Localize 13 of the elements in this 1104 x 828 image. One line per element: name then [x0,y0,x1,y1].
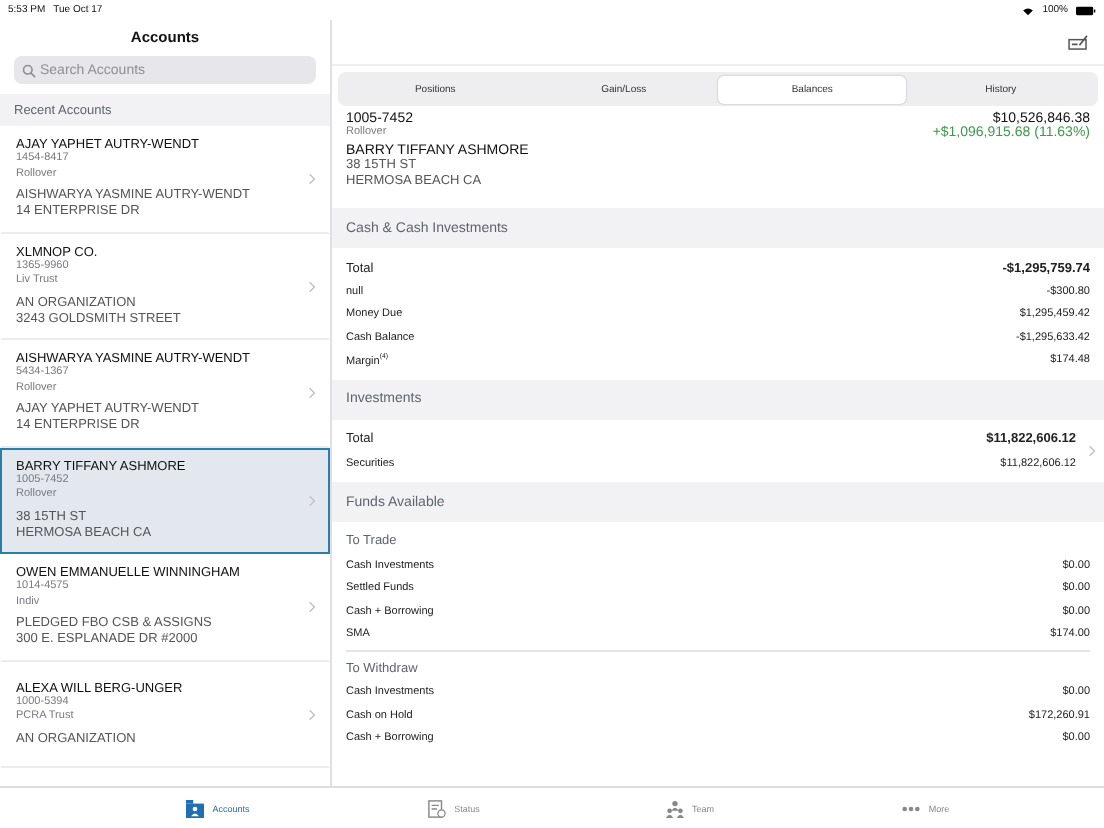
chevron-icon [308,493,316,508]
edit-icon [1068,34,1088,50]
people-icon [665,799,684,817]
document-icon [428,799,447,817]
wifi-icon [1022,5,1035,15]
chevron-icon [308,172,316,187]
battery-icon [1076,5,1096,15]
chevron-icon [308,279,316,294]
chevron-icon [308,386,316,401]
chevron-icon [308,707,316,722]
chevron-icon [308,600,316,615]
folder-person-icon [186,799,205,817]
chevron-icon [1088,444,1096,459]
